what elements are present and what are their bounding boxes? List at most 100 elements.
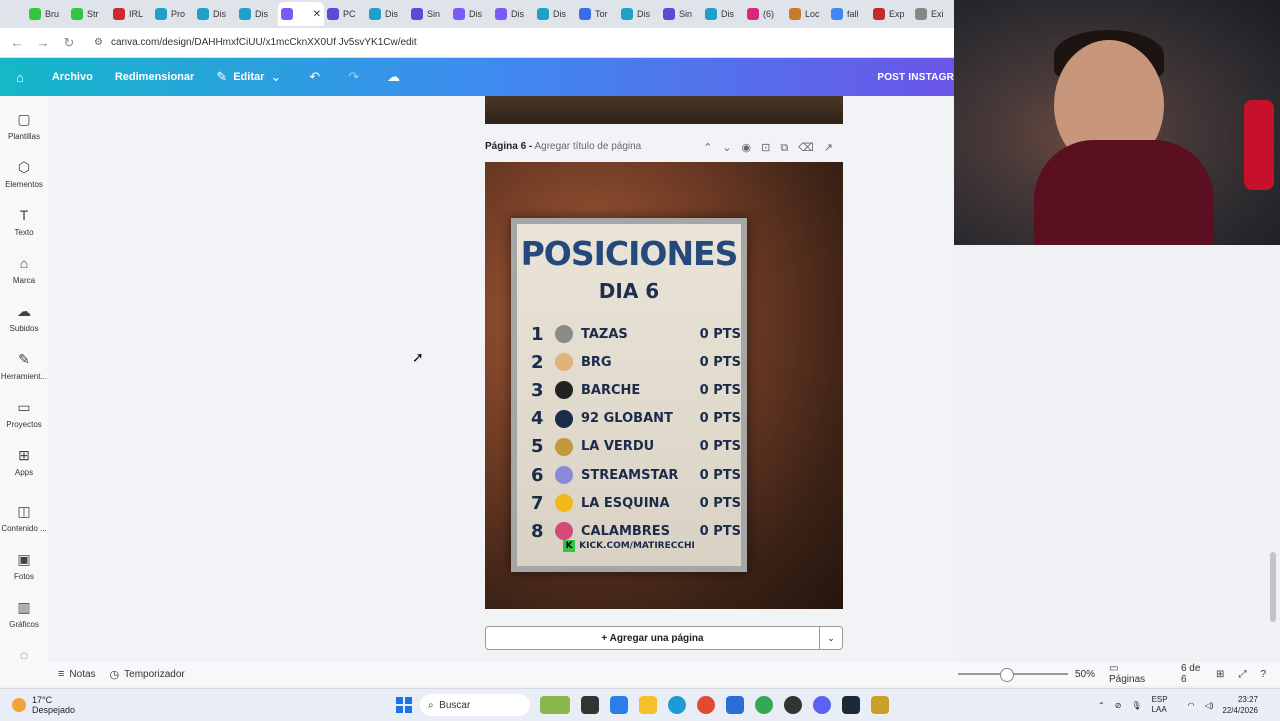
steam-icon[interactable] — [842, 696, 860, 714]
notes-button[interactable]: ≡ Notas — [58, 668, 96, 680]
chevron-up-icon[interactable]: ⌃ — [703, 142, 722, 154]
standings-row[interactable]: 3 BARCHE 0 PTS — [531, 376, 741, 404]
archivo-menu[interactable]: Archivo — [52, 71, 93, 83]
browser-tab[interactable]: Exp — [870, 2, 912, 26]
vertical-scrollbar[interactable] — [1270, 552, 1276, 622]
pages-button[interactable]: ▭ Páginas — [1109, 663, 1167, 685]
standings-row[interactable]: 7 LA ESQUINA 0 PTS — [531, 489, 741, 517]
taskbar-clock[interactable]: 23:27 22/4/2026 — [1222, 694, 1258, 716]
sidebar-item-marca[interactable]: ⌂ Marca — [0, 254, 48, 285]
sidebar-item-texto[interactable]: T Texto — [0, 206, 48, 237]
page-title-input[interactable]: Agregar título de página — [534, 141, 641, 152]
add-page-dropdown[interactable]: ⌄ — [819, 627, 842, 649]
previous-page-preview[interactable] — [485, 96, 843, 124]
duplicate-icon[interactable]: ⧉ — [780, 142, 798, 154]
sidebar-item-elementos[interactable]: ⬡ Elementos — [0, 158, 48, 189]
language-indicator[interactable]: ESP LAA — [1152, 695, 1178, 715]
browser-tab[interactable]: Loc — [786, 2, 828, 26]
browser-tab[interactable]: Sin — [660, 2, 702, 26]
sidebar-item-apps[interactable]: ⊞ Apps — [0, 446, 48, 477]
app-icon[interactable] — [871, 696, 889, 714]
kick-footer[interactable]: K KICK.COM/MATIRECCHI — [517, 540, 741, 552]
hide-icon[interactable]: ◉ — [742, 142, 762, 154]
design-page[interactable]: POSICIONES DIA 6 1 TAZAS 0 PTS 2 BRG 0 PTS 3 BA… — [485, 162, 843, 609]
redimensionar-button[interactable]: Redimensionar — [115, 71, 194, 83]
browser-tab[interactable]: Dis — [236, 2, 278, 26]
outlook-icon[interactable] — [726, 696, 744, 714]
browser-tab[interactable]: Dis — [618, 2, 660, 26]
editar-menu[interactable]: ✎ Editar ⌄ — [216, 69, 287, 85]
back-icon[interactable]: ← — [6, 35, 28, 50]
volume-icon[interactable]: ◁) — [1205, 701, 1214, 710]
browser-tab[interactable]: Dis — [194, 2, 236, 26]
chrome-icon[interactable] — [697, 696, 715, 714]
standings-row[interactable]: 2 BRG 0 PTS — [531, 348, 741, 376]
zoom-value[interactable]: 50% — [1075, 669, 1095, 680]
browser-tab[interactable]: Bru — [26, 2, 68, 26]
timer-button[interactable]: ◷ Temporizador — [110, 668, 185, 681]
standings-row[interactable]: 6 STREAMSTAR 0 PTS — [531, 461, 741, 489]
reload-icon[interactable]: ↻ — [58, 35, 80, 51]
wifi-icon[interactable]: ◠ — [1188, 701, 1195, 710]
undo-button[interactable]: ↶ — [309, 69, 326, 85]
standings-row[interactable]: 4 92 GLOBANT 0 PTS — [531, 405, 741, 433]
browser-tab[interactable]: fall — [828, 2, 870, 26]
browser-tab[interactable]: (6) — [744, 2, 786, 26]
standings-board[interactable]: POSICIONES DIA 6 1 TAZAS 0 PTS 2 BRG 0 PTS 3 BA… — [511, 218, 747, 572]
site-settings-icon[interactable]: ⚙ — [94, 37, 103, 48]
share-page-icon[interactable]: ↗ — [824, 142, 843, 154]
trash-icon[interactable]: ⌫ — [798, 142, 824, 154]
sidebar-item-fotos[interactable]: ▣ Fotos — [0, 550, 48, 581]
browser-tab[interactable]: Pro — [152, 2, 194, 26]
grid-view-icon[interactable]: ⊞ — [1216, 669, 1224, 680]
mic-icon[interactable]: 🎙 — [1131, 701, 1141, 710]
zoom-slider-knob[interactable] — [1000, 668, 1014, 682]
tab-close-icon[interactable]: ✕ — [313, 9, 321, 20]
project-title[interactable]: POST INSTAGR — [877, 72, 954, 83]
tray-chevron-icon[interactable]: ⌃ — [1098, 701, 1105, 710]
sidebar-item-plantillas[interactable]: ▢ Plantillas — [0, 110, 48, 141]
browser-tab[interactable]: Dis — [492, 2, 534, 26]
sidebar-item-subidos[interactable]: ☁ Subidos — [0, 302, 48, 333]
sidebar-item-herramient[interactable]: ✎ Herramient... — [0, 350, 48, 381]
edge-icon[interactable] — [668, 696, 686, 714]
browser-tab[interactable]: Sin — [408, 2, 450, 26]
chrome-profile-icon[interactable] — [755, 696, 773, 714]
weather-widget[interactable]: 17°C Despejado — [12, 695, 75, 715]
zoom-slider[interactable] — [958, 668, 1068, 682]
network-off-icon[interactable]: ⊘ — [1115, 701, 1122, 710]
home-button[interactable]: ⌂ — [16, 70, 30, 85]
taskbar-search[interactable]: ⌕ Buscar — [420, 694, 530, 716]
discord-icon[interactable] — [813, 696, 831, 714]
browser-tab[interactable]: Dis — [366, 2, 408, 26]
help-icon[interactable]: ? — [1260, 669, 1266, 680]
file-explorer-icon[interactable] — [639, 696, 657, 714]
browser-tab[interactable]: Dis — [450, 2, 492, 26]
sidebar-item-contenido[interactable]: ◫ Contenido ... — [0, 502, 48, 533]
cloud-save-button[interactable]: ☁ — [387, 69, 406, 85]
standings-row[interactable]: 5 LA VERDU 0 PTS — [531, 433, 741, 461]
add-page-button[interactable]: + Agregar una página — [486, 633, 819, 644]
widgets-icon[interactable] — [540, 696, 570, 714]
sidebar-item-proyectos[interactable]: ▭ Proyectos — [0, 398, 48, 429]
task-view-icon[interactable] — [581, 696, 599, 714]
browser-tab[interactable]: Str — [68, 2, 110, 26]
browser-tab[interactable]: Dis — [702, 2, 744, 26]
standings-row[interactable]: 1 TAZAS 0 PTS — [531, 320, 741, 348]
sidebar-item-gráficos[interactable]: ▥ Gráficos — [0, 598, 48, 629]
standings-title[interactable]: POSICIONES — [517, 234, 741, 273]
obs-icon[interactable] — [784, 696, 802, 714]
browser-tab[interactable]: Tor — [576, 2, 618, 26]
store-icon[interactable] — [610, 696, 628, 714]
fullscreen-icon[interactable]: ⤢ — [1238, 669, 1246, 680]
windows-start-icon[interactable] — [396, 697, 412, 713]
browser-tab[interactable]: IRL — [110, 2, 152, 26]
browser-tab[interactable]: ✕ — [278, 2, 324, 26]
browser-tab[interactable]: Dis — [534, 2, 576, 26]
forward-icon[interactable]: → — [32, 35, 54, 50]
chevron-down-icon[interactable]: ⌄ — [722, 142, 741, 154]
standings-day[interactable]: DIA 6 — [517, 279, 741, 303]
browser-tab[interactable]: Exi — [912, 2, 954, 26]
lock-icon[interactable]: ⊡ — [761, 142, 780, 154]
browser-tab[interactable]: PC — [324, 2, 366, 26]
